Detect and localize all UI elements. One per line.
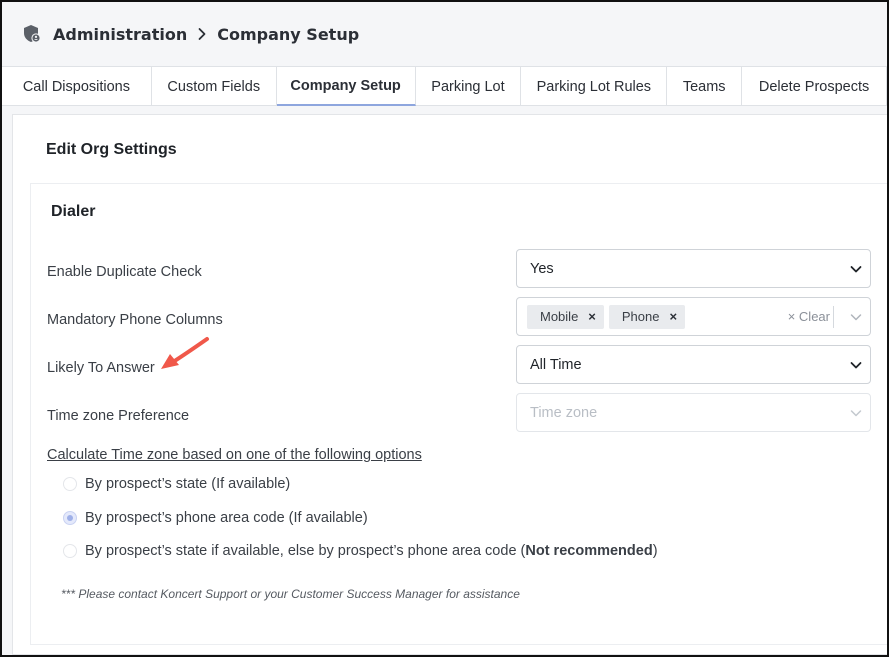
tab-teams[interactable]: Teams: [667, 67, 743, 106]
chip-mobile: Mobile ×: [527, 304, 604, 329]
radio-button[interactable]: [63, 544, 77, 558]
support-note: *** Please contact Koncert Support or yo…: [61, 587, 520, 601]
tab-parking-lot[interactable]: Parking Lot: [416, 67, 522, 106]
radio-button-selected[interactable]: [63, 511, 77, 525]
shield-user-icon: [24, 25, 41, 43]
radio-label: By prospect’s phone area code (If availa…: [85, 510, 368, 526]
radio-label: By prospect’s state if available, else b…: [85, 543, 658, 559]
likely-to-answer-value: All Time: [530, 356, 582, 373]
tab-parking-lot-rules[interactable]: Parking Lot Rules: [521, 67, 668, 106]
phone-columns-multiselect[interactable]: Mobile × Phone × × Clear: [516, 297, 871, 336]
close-icon[interactable]: ×: [588, 309, 596, 324]
chevron-right-icon: [198, 28, 206, 40]
timezone-select[interactable]: Time zone: [516, 393, 871, 432]
tab-bar: Call Dispositions Custom Fields Company …: [2, 66, 887, 106]
likely-to-answer-label: Likely To Answer: [47, 360, 155, 376]
radio-option-area-code[interactable]: By prospect’s phone area code (If availa…: [63, 510, 368, 526]
dialer-section-title: Dialer: [51, 203, 96, 220]
app-window: Administration Company Setup Call Dispos…: [0, 0, 889, 657]
radio-label-close: ): [652, 543, 658, 559]
timezone-placeholder: Time zone: [530, 404, 598, 421]
tab-delete-prospects[interactable]: Delete Prospects: [742, 67, 887, 106]
radio-label: By prospect’s state (If available): [85, 476, 291, 492]
radio-label-text: By prospect’s state if available, else b…: [85, 543, 526, 559]
radio-option-state[interactable]: By prospect’s state (If available): [63, 476, 290, 492]
close-icon[interactable]: ×: [669, 309, 677, 324]
select-divider: [833, 306, 834, 328]
timezone-pref-label: Time zone Preference: [47, 408, 190, 424]
clear-label: Clear: [798, 309, 830, 324]
dialer-card: Dialer Enable Duplicate Check Yes Mandat…: [30, 183, 887, 645]
phone-columns-label: Mandatory Phone Columns: [47, 312, 223, 328]
radio-button[interactable]: [63, 477, 77, 491]
timezone-calc-heading: Calculate Time zone based on one of the …: [47, 447, 422, 463]
chevron-down-icon: [850, 410, 862, 417]
duplicate-check-value: Yes: [530, 260, 554, 277]
chevron-down-icon: [850, 362, 862, 369]
not-recommended-text: Not recommended: [525, 543, 653, 559]
radio-option-state-or-area[interactable]: By prospect’s state if available, else b…: [63, 543, 658, 559]
settings-panel: Edit Org Settings Dialer Enable Duplicat…: [12, 114, 887, 655]
chip-phone: Phone ×: [608, 304, 686, 329]
breadcrumb: Administration Company Setup: [2, 2, 887, 66]
chip-label: Mobile: [540, 309, 579, 324]
chevron-down-icon: [850, 266, 862, 273]
breadcrumb-root[interactable]: Administration: [53, 25, 187, 44]
likely-to-answer-select[interactable]: All Time: [516, 345, 871, 384]
tab-company-setup[interactable]: Company Setup: [276, 67, 416, 106]
tab-custom-fields[interactable]: Custom Fields: [152, 67, 277, 106]
page-title: Edit Org Settings: [46, 141, 177, 158]
chevron-down-icon[interactable]: [849, 310, 863, 324]
arrow-annotation-icon: [161, 337, 209, 369]
breadcrumb-current: Company Setup: [217, 24, 360, 44]
clear-button[interactable]: × Clear: [788, 309, 830, 324]
tab-call-dispositions[interactable]: Call Dispositions: [2, 67, 152, 106]
duplicate-check-select[interactable]: Yes: [516, 249, 871, 288]
duplicate-check-label: Enable Duplicate Check: [47, 264, 202, 280]
chip-label: Phone: [621, 309, 660, 324]
